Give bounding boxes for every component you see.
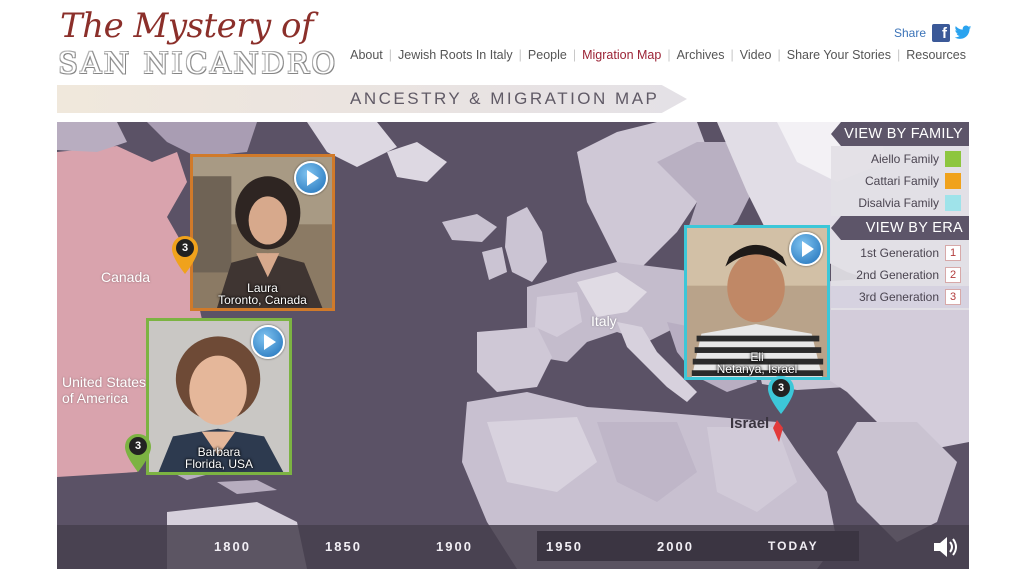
era-number: 3 [945,289,961,305]
family-label: Disalvia Family [858,196,939,210]
card-caption: Eli Netanya, Israel [687,351,827,375]
era-number: 2 [945,267,961,283]
logo-title-line2: SAN NICANDRO [58,46,338,80]
nav-people[interactable]: People [522,48,573,62]
logo-title-line1: The Mystery of [60,6,314,46]
nav-archives[interactable]: Archives [671,48,731,62]
map-label-canada: Canada [101,269,151,285]
pin-count: 3 [129,437,147,455]
timeline-label-1800[interactable]: 1800 [214,539,251,554]
profile-card-laura[interactable]: Laura Toronto, Canada [190,154,335,311]
timeline-label-today[interactable]: TODAY [768,539,819,553]
nav-jewish-roots[interactable]: Jewish Roots In Italy [392,48,519,62]
nav-migration-map[interactable]: Migration Map [576,48,667,62]
era-heading: VIEW BY ERA [831,216,969,240]
card-person-place: Toronto, Canada [218,293,307,307]
share-bar: Share f [894,24,972,42]
twitter-icon[interactable] [954,24,972,42]
family-label: Cattari Family [864,174,939,188]
card-caption: Laura Toronto, Canada [193,282,332,306]
site-logo[interactable]: The Mystery of SAN NICANDRO [56,6,335,80]
share-label: Share [893,26,926,40]
play-video-icon[interactable] [789,232,823,266]
profile-card-barbara[interactable]: Barbara Florida, USA [146,318,292,475]
timeline-label-1900[interactable]: 1900 [436,539,473,554]
filter-panel: VIEW BY FAMILY Aiello Family Cattari Fam… [831,122,969,310]
era-item-1st[interactable]: 1st Generation 1 [831,242,969,264]
nav-video[interactable]: Video [734,48,778,62]
era-label: 1st Generation [860,246,939,260]
nav-resources[interactable]: Resources [900,48,972,62]
map-pin-eli[interactable]: 3 [768,376,794,414]
family-item-aiello[interactable]: Aiello Family [831,148,969,170]
speaker-icon[interactable] [931,533,961,561]
family-color-swatch [945,173,961,189]
timeline-label-1850[interactable]: 1850 [325,539,362,554]
family-color-swatch [945,151,961,167]
era-number: 1 [945,245,961,261]
family-heading: VIEW BY FAMILY [831,122,969,146]
family-list: Aiello Family Cattari Family Disalvia Fa… [831,146,969,216]
era-list: 1st Generation 1 2nd Generation 2 3rd Ge… [831,240,969,310]
nav-about[interactable]: About [344,48,389,62]
profile-card-eli[interactable]: Eli Netanya, Israel [684,225,830,380]
nav-share-stories[interactable]: Share Your Stories [781,48,897,62]
card-person-place: Netanya, Israel [716,362,798,376]
pin-count: 3 [772,379,790,397]
card-caption: Barbara Florida, USA [149,446,289,470]
timeline-label-1950[interactable]: 1950 [546,539,583,554]
page-title: ANCESTRY & MIGRATION MAP [350,89,660,108]
page-title-banner: ANCESTRY & MIGRATION MAP [57,85,687,113]
era-label: 3rd Generation [858,290,939,304]
map-label-usa: United States of America [62,374,147,406]
facebook-icon[interactable]: f [932,24,950,42]
family-item-cattari[interactable]: Cattari Family [831,170,969,192]
family-label: Aiello Family [870,152,939,166]
era-item-3rd[interactable]: 3rd Generation 3 [831,286,969,308]
timeline-label-2000[interactable]: 2000 [657,539,694,554]
map-pin-barbara[interactable]: 3 [125,434,151,472]
map-label-israel: Israel [730,415,770,432]
family-color-swatch [945,195,961,211]
migration-map[interactable]: Canada United States of America Italy Is… [57,122,969,569]
pin-count: 3 [176,239,194,257]
play-video-icon[interactable] [294,161,328,195]
era-item-2nd[interactable]: 2nd Generation 2 [831,264,969,286]
play-video-icon[interactable] [251,325,285,359]
timeline-bar[interactable]: 1800 1850 1900 1950 2000 TODAY [57,525,969,569]
map-label-italy: Italy [591,313,617,329]
family-item-disalvia[interactable]: Disalvia Family [831,192,969,214]
era-label: 2nd Generation [856,268,939,282]
map-pin-laura[interactable]: 3 [172,236,198,274]
card-person-place: Florida, USA [184,457,254,471]
main-nav: About | Jewish Roots In Italy | People |… [344,48,972,62]
